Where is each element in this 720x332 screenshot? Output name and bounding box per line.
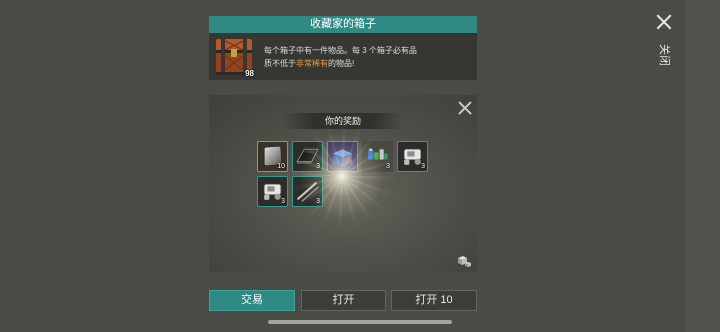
item-count: 3 bbox=[386, 163, 390, 170]
blue-box-icon bbox=[330, 144, 355, 169]
open-button[interactable]: 打开 bbox=[301, 290, 386, 311]
screen-edge-strip bbox=[686, 0, 720, 332]
close-label[interactable]: 关闭 bbox=[658, 42, 670, 68]
reward-panel: 你的奖励 10 3 3 3 3 3 bbox=[209, 95, 477, 272]
chest-info-panel: 收藏家的箱子 98 每个箱子中有一件物品。每 3 个箱子必有品 质不低于非常稀有… bbox=[209, 16, 477, 80]
reward-slot[interactable]: 3 bbox=[257, 176, 288, 207]
chest-info-body: 98 每个箱子中有一件物品。每 3 个箱子必有品 质不低于非常稀有的物品! bbox=[209, 33, 477, 80]
reward-slot[interactable]: 3 bbox=[292, 176, 323, 207]
item-count: 3 bbox=[316, 163, 320, 170]
reward-slot[interactable]: 10 bbox=[257, 141, 288, 172]
item-count: 3 bbox=[281, 198, 285, 205]
item-count: 3 bbox=[316, 198, 320, 205]
dice-icon[interactable] bbox=[456, 252, 472, 268]
trade-button[interactable]: 交易 bbox=[209, 290, 295, 311]
reward-slot[interactable]: 3 bbox=[397, 141, 428, 172]
reward-slot[interactable] bbox=[327, 141, 358, 172]
description-line-2-suffix: 的物品! bbox=[328, 59, 355, 68]
description-line-2-prefix: 质不低于 bbox=[264, 59, 296, 68]
chest-count: 98 bbox=[245, 69, 254, 78]
reward-title: 你的奖励 bbox=[324, 116, 361, 126]
home-indicator bbox=[268, 320, 452, 324]
rarity-highlight: 非常稀有 bbox=[296, 59, 328, 68]
close-icon[interactable] bbox=[656, 14, 672, 30]
description-line-1: 每个箱子中有一件物品。每 3 个箱子必有品 bbox=[264, 46, 417, 55]
item-count: 10 bbox=[277, 163, 285, 170]
reward-title-band: 你的奖励 bbox=[283, 113, 403, 129]
game-screen: 收藏家的箱子 98 每个箱子中有一件物品。每 3 个箱子必有品 质不低于非常稀有… bbox=[0, 0, 720, 332]
close-icon[interactable] bbox=[458, 101, 472, 115]
chest-title: 收藏家的箱子 bbox=[209, 16, 477, 33]
item-count: 3 bbox=[421, 163, 425, 170]
reward-slot[interactable]: 3 bbox=[292, 141, 323, 172]
chest-description: 每个箱子中有一件物品。每 3 个箱子必有品 质不低于非常稀有的物品! bbox=[264, 44, 417, 70]
reward-slot[interactable]: 3 bbox=[362, 141, 393, 172]
chest-icon: 98 bbox=[213, 36, 255, 78]
open-ten-button[interactable]: 打开 10 bbox=[391, 290, 477, 311]
